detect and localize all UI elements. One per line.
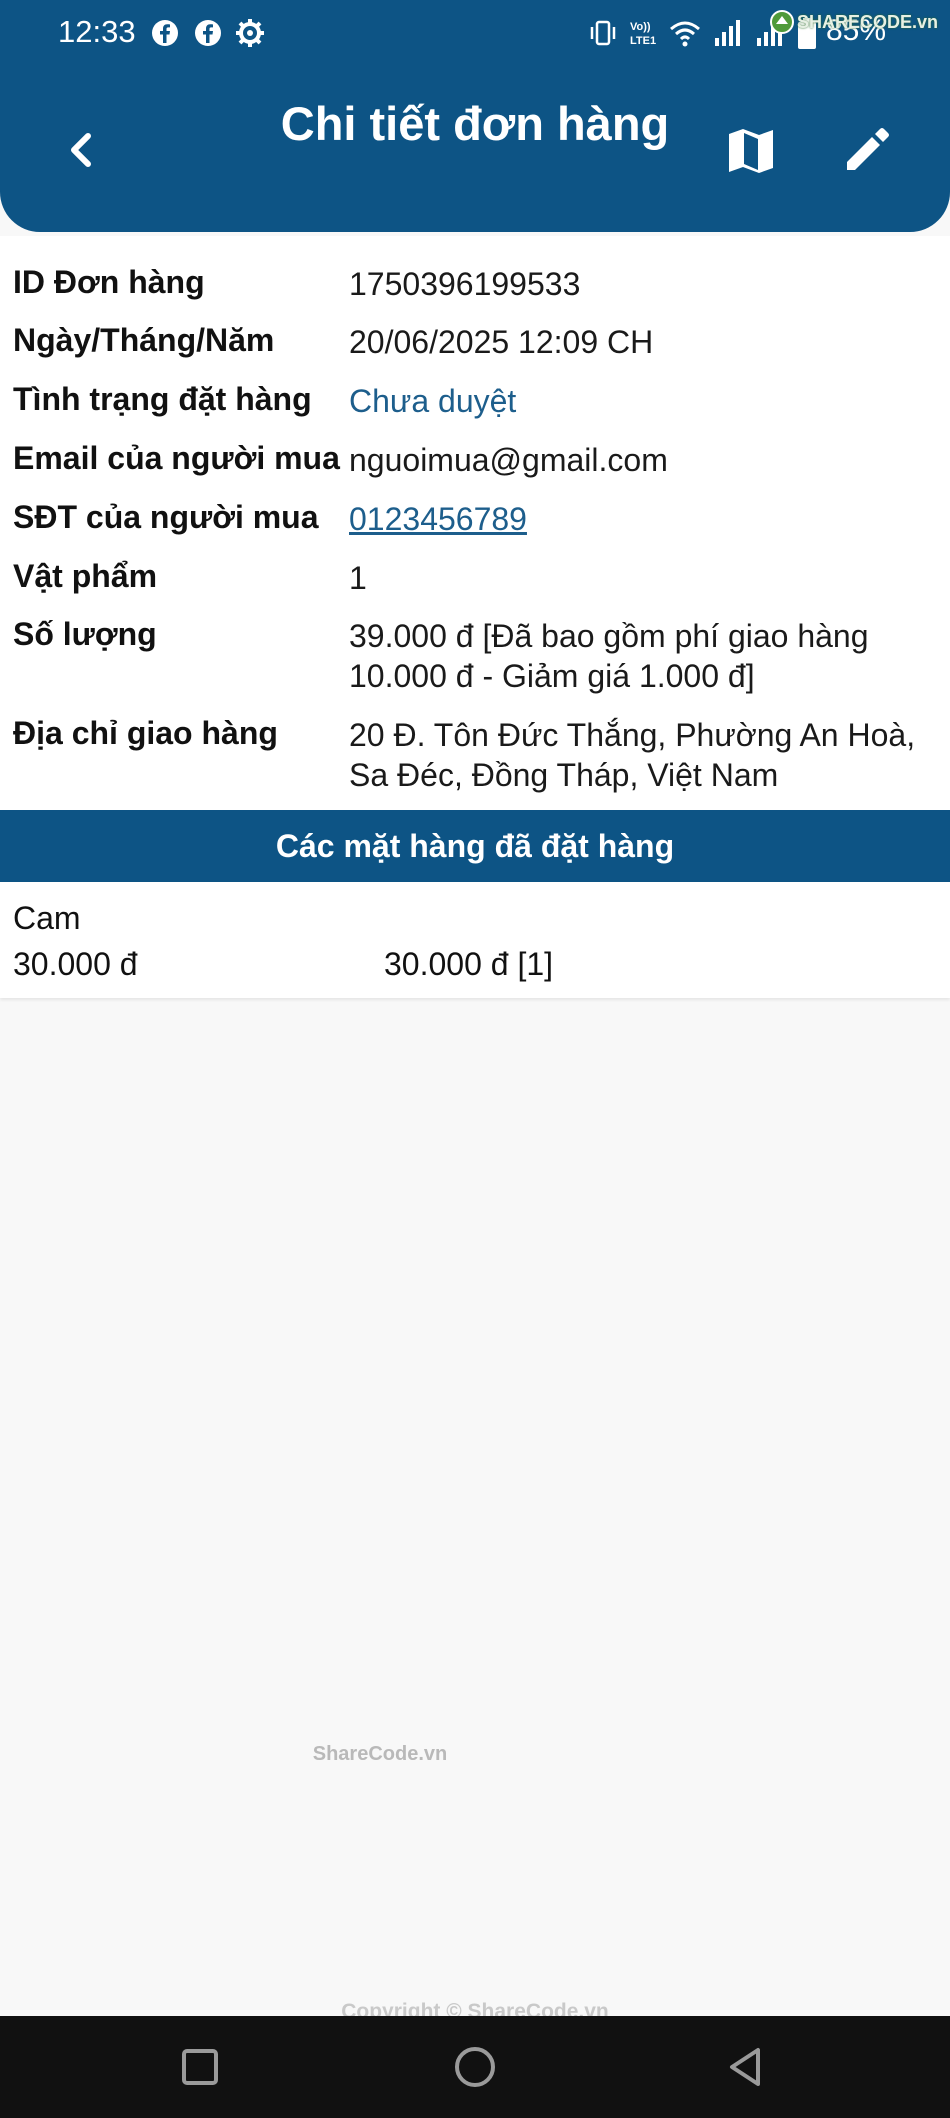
item-name: Cam xyxy=(13,900,81,936)
buyer-phone-label: SĐT của người mua xyxy=(13,499,319,535)
buyer-email-value: nguoimua@gmail.com xyxy=(349,442,668,478)
signal-icon xyxy=(715,20,740,46)
map-icon xyxy=(729,129,773,173)
order-details-card: ID Đơn hàng 1750396199533 Ngày/Tháng/Năm… xyxy=(0,236,950,810)
volte-icon: Vo)) LTE1 xyxy=(630,21,656,47)
vibrate-icon xyxy=(590,20,616,46)
system-nav-bar xyxy=(0,2016,950,2118)
watermark-text: ShareCode.vn xyxy=(312,1743,448,1765)
svg-text:Vo)): Vo)) xyxy=(630,21,651,33)
quantity-value: 39.000 đ [Đã bao gồm phí giao hàng 10.00… xyxy=(349,618,869,694)
shipping-address-label: Địa chỉ giao hàng xyxy=(13,715,278,751)
order-id-value: 1750396199533 xyxy=(349,266,581,302)
item-count-value: 1 xyxy=(349,560,367,596)
order-date-value: 20/06/2025 12:09 CH xyxy=(349,324,654,360)
buyer-email-label: Email của người mua xyxy=(13,440,340,476)
sharecode-logo-icon xyxy=(769,10,794,34)
status-bar: 12:33 Vo)) LTE1 85% SHARECODE.vn xyxy=(0,0,950,70)
order-status-label: Tình trạng đặt hàng xyxy=(13,381,312,417)
map-button[interactable] xyxy=(726,126,776,176)
svg-text:LTE1: LTE1 xyxy=(630,35,656,47)
settings-icon xyxy=(236,19,264,47)
shipping-address-value: 20 Đ. Tôn Đức Thắng, Phường An Hoà, Sa Đ… xyxy=(349,717,916,793)
edit-button[interactable] xyxy=(842,124,892,174)
order-date-label: Ngày/Tháng/Năm xyxy=(13,322,275,358)
back-nav-button[interactable] xyxy=(722,2042,772,2092)
pencil-icon xyxy=(847,128,889,170)
status-time: 12:33 xyxy=(58,14,136,49)
ordered-items-header: Các mặt hàng đã đặt hàng xyxy=(0,810,950,882)
order-status-value: Chưa duyệt xyxy=(349,383,517,419)
buyer-phone-link[interactable]: 0123456789 xyxy=(349,499,949,539)
ordered-items-list: Cam 30.000 đ 30.000 đ [1] xyxy=(0,882,950,998)
square-icon xyxy=(182,2049,218,2085)
app-header: 12:33 Vo)) LTE1 85% SHARECODE.vn Chi tiế… xyxy=(0,0,950,232)
quantity-label: Số lượng xyxy=(13,616,157,652)
wifi-icon xyxy=(670,21,700,47)
facebook-icon xyxy=(152,20,178,46)
home-button[interactable] xyxy=(450,2042,500,2092)
order-id-label: ID Đơn hàng xyxy=(13,264,205,300)
page-title: Chi tiết đơn hàng xyxy=(280,97,670,150)
item-price: 30.000 đ xyxy=(13,946,138,982)
sharecode-logo-text: SHARECODE.vn xyxy=(796,11,938,32)
sharecode-logo: SHARECODE.vn xyxy=(769,10,938,34)
facebook-icon xyxy=(195,20,221,46)
circle-icon xyxy=(455,2047,495,2087)
recents-button[interactable] xyxy=(175,2042,225,2092)
triangle-back-icon xyxy=(730,2048,760,2086)
item-count-label: Vật phẩm xyxy=(13,558,158,594)
item-total: 30.000 đ [1] xyxy=(384,946,554,982)
